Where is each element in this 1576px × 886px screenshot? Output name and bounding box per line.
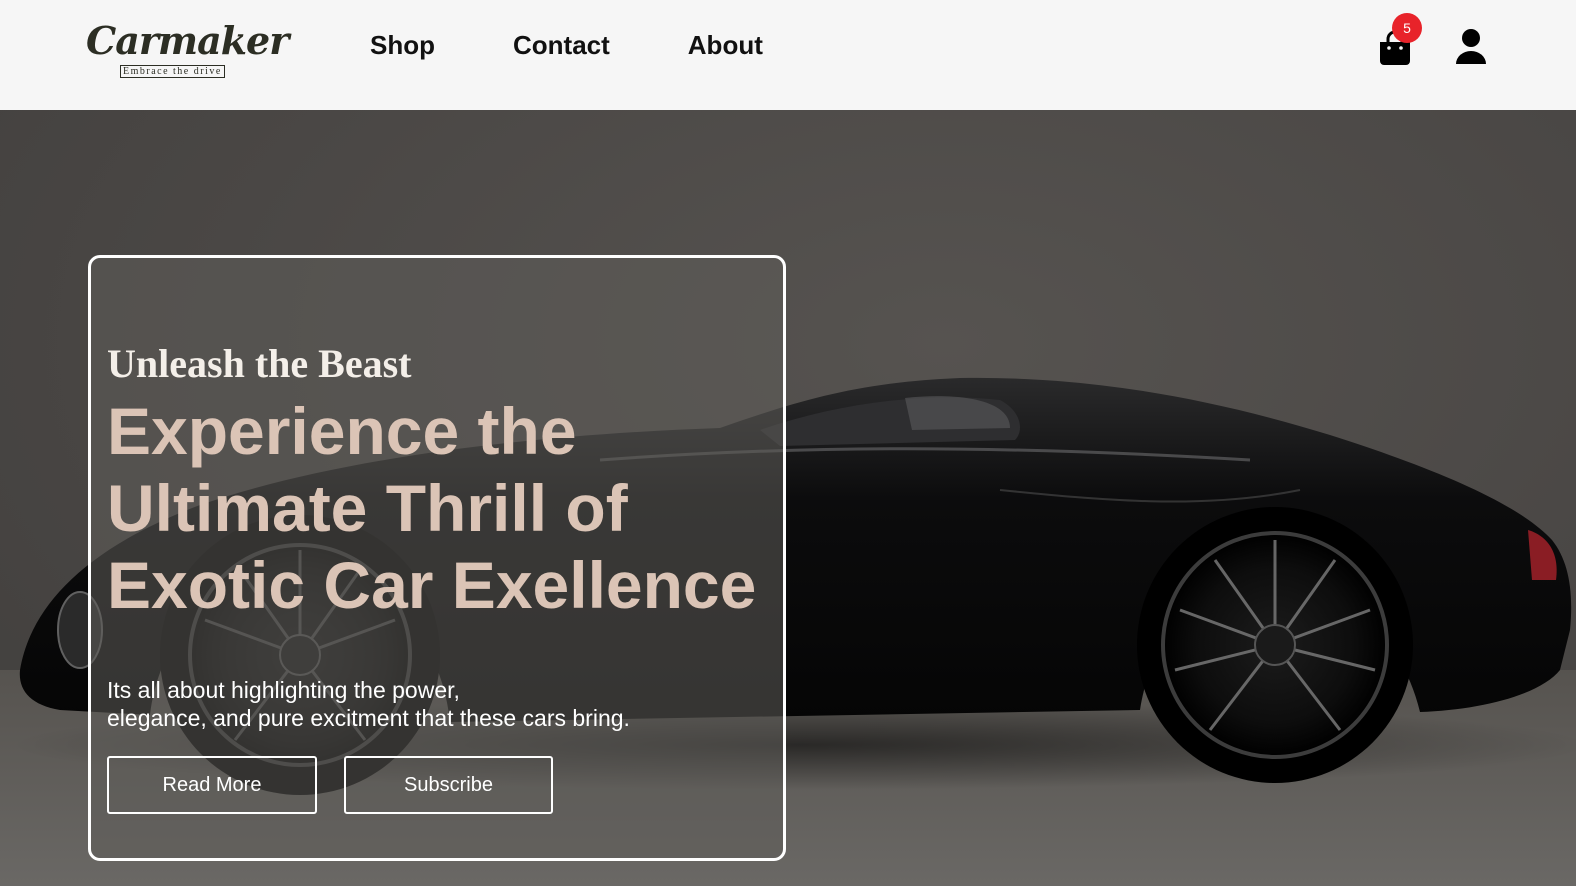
site-header: Carmaker Embrace the drive Shop Contact … — [0, 0, 1576, 110]
hero-headline: Experience the Ultimate Thrill of Exotic… — [107, 394, 757, 622]
brand-logo[interactable]: Carmaker Embrace the drive — [86, 18, 289, 82]
nav-about-link[interactable]: About — [688, 28, 763, 62]
user-icon — [1456, 29, 1486, 64]
nav-shop-link[interactable]: Shop — [370, 28, 435, 62]
subscribe-button[interactable]: Subscribe — [344, 756, 553, 814]
brand-name: Carmaker — [86, 18, 289, 63]
hero-description-line-1: Its all about highlighting the power, — [107, 677, 460, 703]
nav-contact-link[interactable]: Contact — [513, 28, 610, 62]
hero-section: Unleash the Beast Experience the Ultimat… — [0, 110, 1576, 886]
hero-card: Unleash the Beast Experience the Ultimat… — [88, 255, 786, 861]
hero-description: Its all about highlighting the power, el… — [107, 676, 747, 732]
brand-tagline: Embrace the drive — [120, 65, 225, 78]
read-more-button[interactable]: Read More — [107, 756, 317, 814]
hero-eyebrow: Unleash the Beast — [107, 341, 412, 386]
main-nav: Shop Contact About — [370, 28, 763, 62]
account-button[interactable] — [1454, 28, 1488, 66]
hero-description-line-2: elegance, and pure excitment that these … — [107, 705, 630, 731]
cart-count-badge: 5 — [1392, 13, 1422, 43]
